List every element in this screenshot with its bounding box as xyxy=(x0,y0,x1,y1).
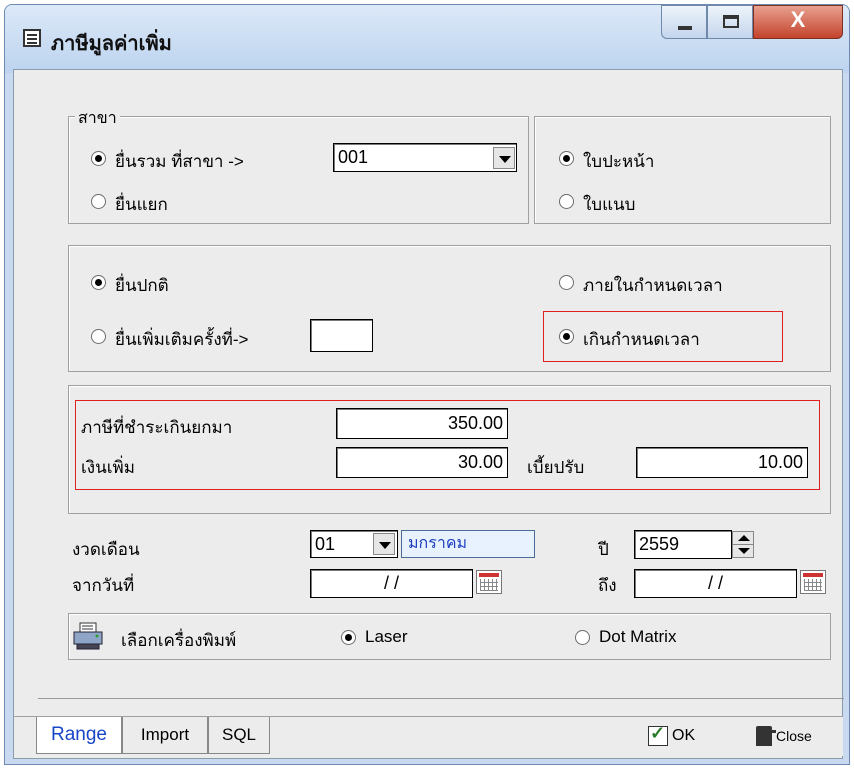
minimize-button[interactable] xyxy=(661,5,707,39)
close-button[interactable]: Close xyxy=(756,726,812,746)
tax-carried-input[interactable]: 350.00 xyxy=(336,408,508,439)
month-name-display: มกราคม xyxy=(401,530,535,558)
branch-dropdown-button[interactable] xyxy=(493,147,515,169)
ok-button-label: OK xyxy=(672,727,696,744)
calendar-icon[interactable] xyxy=(476,570,502,594)
spin-up-icon xyxy=(738,535,750,541)
radio-combined[interactable] xyxy=(91,151,106,166)
branch-select[interactable]: 001 xyxy=(333,143,517,172)
calendar-icon xyxy=(23,29,41,47)
radio-combined-label: ยื่นรวม ที่สาขา -> xyxy=(115,152,244,171)
check-icon xyxy=(648,723,668,746)
month-label: งวดเดือน xyxy=(72,540,140,559)
month-dropdown-button[interactable] xyxy=(373,533,395,555)
sheet-group: ใบปะหน้า ใบแนบ xyxy=(534,116,831,224)
radio-within-deadline-label: ภายในกำหนดเวลา xyxy=(583,276,723,295)
minimize-icon xyxy=(678,26,692,30)
window-title: ภาษีมูลค่าเพิ่ม xyxy=(51,33,172,55)
from-date-input[interactable]: / / xyxy=(310,569,473,598)
title-bar[interactable]: ภาษีมูลค่าเพิ่ม X xyxy=(5,5,849,73)
tax-carried-label: ภาษีที่ชำระเกินยกมา xyxy=(81,418,233,437)
penalty-input[interactable]: 10.00 xyxy=(636,447,808,478)
year-spinner[interactable] xyxy=(732,531,754,558)
surcharge-label: เงินเพิ่ม xyxy=(81,458,135,477)
branch-group: สาขา ยื่นรวม ที่สาขา -> 001 ยื่นแยก xyxy=(68,106,529,224)
door-exit-icon xyxy=(756,726,776,746)
ok-button[interactable]: OK xyxy=(648,723,696,746)
radio-additional-filing[interactable] xyxy=(91,329,106,344)
year-label: ปี xyxy=(598,540,609,559)
year-input[interactable]: 2559 xyxy=(634,530,732,559)
maximize-button[interactable] xyxy=(707,5,753,39)
radio-laser[interactable] xyxy=(341,630,356,645)
tab-range[interactable]: Range xyxy=(36,717,122,754)
tab-sql[interactable]: SQL xyxy=(208,717,270,754)
radio-separate-label: ยื่นแยก xyxy=(115,195,168,214)
close-button-label: Close xyxy=(776,728,812,744)
calendar-icon[interactable] xyxy=(800,570,826,594)
close-window-button[interactable]: X xyxy=(753,5,843,39)
radio-dot-matrix[interactable] xyxy=(575,630,590,645)
close-icon: X xyxy=(790,7,806,32)
radio-normal-filing[interactable] xyxy=(91,275,106,290)
printer-group: เลือกเครื่องพิมพ์ Laser Dot Matrix xyxy=(68,613,831,660)
radio-laser-label: Laser xyxy=(365,627,408,646)
spin-divider xyxy=(733,544,753,545)
filing-group: ยื่นปกติ ยื่นเพิ่มเติมครั้งที่-> ภายในกำ… xyxy=(68,245,831,372)
radio-additional-filing-label: ยื่นเพิ่มเติมครั้งที่-> xyxy=(115,330,249,349)
radio-overdue-label: เกินกำหนดเวลา xyxy=(583,330,700,349)
radio-within-deadline[interactable] xyxy=(559,275,574,290)
radio-attach-sheet[interactable] xyxy=(559,194,574,209)
from-date-label: จากวันที่ xyxy=(72,576,135,595)
tab-import[interactable]: Import xyxy=(122,717,208,754)
dialog-window: ภาษีมูลค่าเพิ่ม X สาขา ยื่นรวม ที่สาขา -… xyxy=(4,4,850,765)
radio-separate[interactable] xyxy=(91,194,106,209)
branch-group-legend: สาขา xyxy=(75,106,120,131)
printer-icon[interactable] xyxy=(73,622,103,650)
radio-cover-sheet[interactable] xyxy=(559,151,574,166)
radio-overdue[interactable] xyxy=(559,329,574,344)
client-area: สาขา ยื่นรวม ที่สาขา -> 001 ยื่นแยก ใบปะ… xyxy=(13,69,844,759)
penalty-label: เบี้ยปรับ xyxy=(527,458,585,477)
additional-count-input[interactable] xyxy=(310,319,373,352)
spin-down-icon xyxy=(738,548,750,554)
radio-dot-matrix-label: Dot Matrix xyxy=(599,627,677,646)
amounts-group: ภาษีที่ชำระเกินยกมา 350.00 เงินเพิ่ม 30.… xyxy=(68,385,831,514)
radio-cover-sheet-label: ใบปะหน้า xyxy=(583,152,655,171)
to-date-label: ถึง xyxy=(598,576,617,595)
radio-attach-sheet-label: ใบแนบ xyxy=(583,195,636,214)
content-divider xyxy=(38,698,844,699)
maximize-icon xyxy=(723,15,739,28)
to-date-input[interactable]: / / xyxy=(634,569,797,598)
surcharge-input[interactable]: 30.00 xyxy=(336,447,508,478)
tab-bar: Range Import SQL OK Close xyxy=(14,716,843,756)
radio-normal-filing-label: ยื่นปกติ xyxy=(115,276,169,295)
printer-label: เลือกเครื่องพิมพ์ xyxy=(121,631,237,650)
